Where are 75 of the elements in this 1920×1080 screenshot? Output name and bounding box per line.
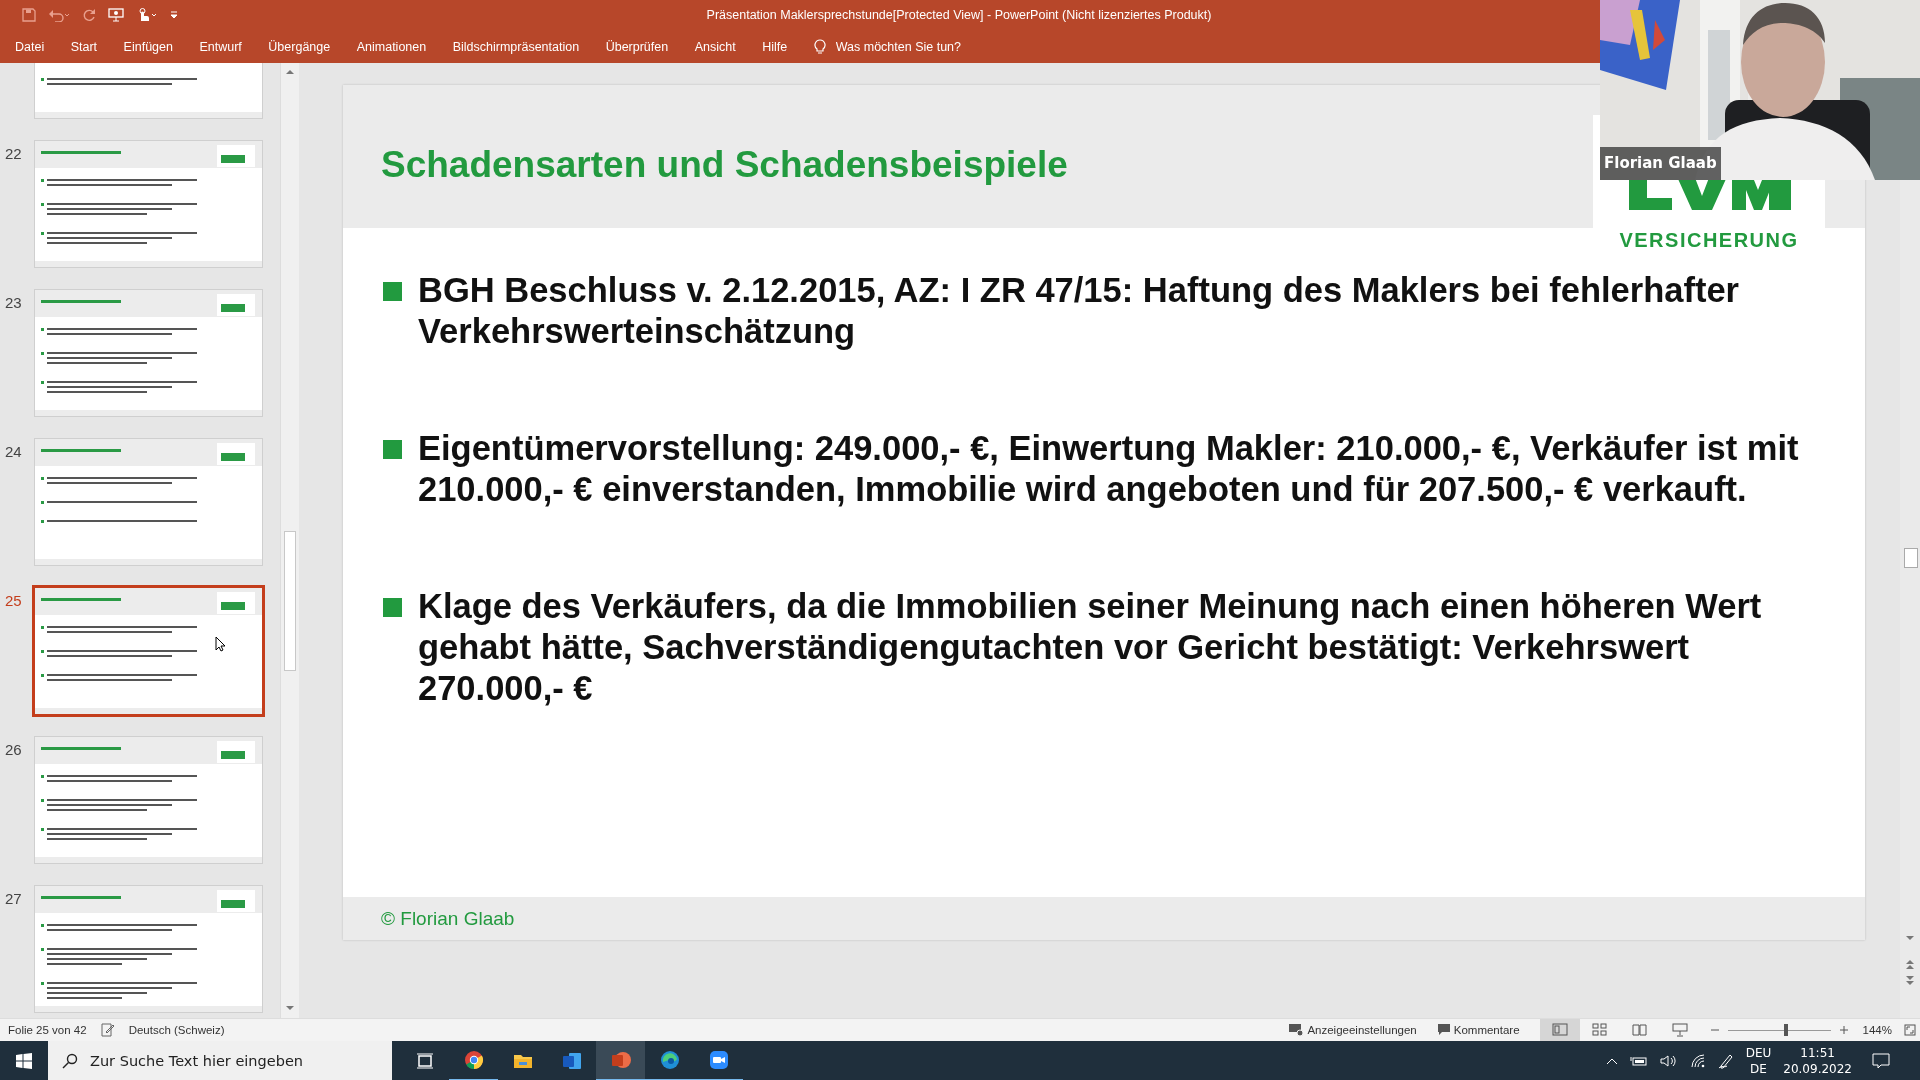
wifi-icon[interactable] — [1689, 1054, 1706, 1068]
slide-number: 26 — [5, 741, 22, 758]
menu-item[interactable]: Überprüfen — [605, 39, 669, 54]
pen-icon[interactable] — [1717, 1053, 1734, 1069]
customize-icon[interactable] — [170, 10, 178, 20]
slide-thumbnail[interactable] — [35, 141, 262, 267]
next-slide-icon[interactable] — [1904, 975, 1916, 987]
slide-counter: Folie 25 von 42 — [8, 1024, 87, 1036]
scroll-down-icon[interactable] — [284, 1003, 296, 1013]
slide-thumbnail[interactable] — [35, 439, 262, 565]
powerpoint-taskbar-icon[interactable] — [596, 1041, 645, 1080]
menu-item[interactable]: Einfügen — [123, 39, 173, 54]
zoom-in-icon[interactable] — [1838, 1025, 1849, 1035]
previous-slide-icon[interactable] — [1904, 958, 1916, 970]
slide-number: 25 — [5, 592, 22, 609]
window-title: Präsentation Maklersprechstunde[Protected View] - PowerPoint (Nicht lizenziertes Produkt) — [706, 8, 1212, 22]
bullet-icon — [383, 282, 402, 301]
monitor-gear-icon — [1288, 1023, 1305, 1037]
taskbar-search-field[interactable]: Zur Suche Text hier eingeben — [48, 1041, 392, 1080]
slide-title: Schadensarten und Schadensbeispiele — [381, 142, 1068, 186]
logo-text: VERSICHERUNG — [1619, 228, 1799, 253]
bullet-icon — [383, 598, 402, 617]
pointer-icon — [215, 636, 226, 652]
slide-thumbnail[interactable] — [35, 886, 262, 1012]
copyright-text: © Florian Glaab — [381, 907, 515, 930]
notes-icon[interactable] — [100, 1023, 115, 1037]
slide-number: 27 — [5, 890, 22, 907]
volume-icon[interactable] — [1659, 1054, 1678, 1068]
bullet-icon — [383, 440, 402, 459]
scrollbar-thumb[interactable] — [1904, 548, 1918, 568]
reading-view-icon — [1630, 1022, 1649, 1038]
show-view-icon — [1670, 1022, 1689, 1038]
zoom-level[interactable]: 144% — [1862, 1024, 1892, 1036]
menu-item[interactable]: Bildschirmpräsentation — [452, 39, 580, 54]
speech-bubble-icon — [1436, 1023, 1451, 1037]
bullet-text: BGH Beschluss v. 2.12.2015, AZ: I ZR 47/15: Haftung des Maklers bei fehlerhafter Verkehrswerteinschätzung — [418, 270, 1741, 352]
chevron-up-icon[interactable] — [1605, 1057, 1618, 1065]
undo-icon[interactable] — [48, 8, 70, 22]
fit-to-window-icon[interactable] — [1904, 1024, 1916, 1036]
participant-name: Florian Glaab — [1600, 147, 1721, 180]
comments-button[interactable]: Kommentare — [1436, 1023, 1520, 1037]
slide-thumbnail[interactable] — [35, 290, 262, 416]
display-settings-button[interactable]: Anzeigeeinstellungen — [1288, 1023, 1417, 1037]
scroll-down-icon[interactable] — [1904, 933, 1916, 943]
menu-item[interactable]: Datei — [15, 39, 45, 54]
redo-icon[interactable] — [82, 8, 96, 22]
slide-number: 23 — [5, 294, 22, 311]
menu-item[interactable]: Hilfe — [762, 39, 788, 54]
menu-item[interactable]: Übergänge — [268, 39, 331, 54]
scroll-up-icon[interactable] — [284, 67, 296, 77]
menu-item[interactable]: Ansicht — [694, 39, 736, 54]
slide-number: 24 — [5, 443, 22, 460]
tell-me-field[interactable]: Was möchten Sie tun? — [835, 39, 976, 54]
slide-number: 22 — [5, 145, 22, 162]
input-language-button[interactable]: DEU DE — [1745, 1045, 1772, 1077]
language-label[interactable]: Deutsch (Schweiz) — [128, 1024, 225, 1036]
normal-view-icon — [1550, 1022, 1569, 1038]
save-icon[interactable] — [22, 8, 36, 22]
presentation-icon[interactable] — [108, 8, 124, 22]
menu-item[interactable]: Start — [70, 39, 98, 54]
notification-icon[interactable] — [1872, 1053, 1890, 1069]
scrollbar-thumb[interactable] — [284, 531, 296, 671]
battery-icon[interactable] — [1629, 1055, 1648, 1067]
menu-item[interactable]: Animationen — [356, 39, 427, 54]
bullet-text: Klage des Verkäufers, da die Immobilien seiner Meinung nach einen höheren Wert gehabt hätte, Sachverständigengutachten vor Gericht bestätigt: Verkehrswert 270.000,- € — [418, 586, 1763, 709]
search-icon — [62, 1053, 78, 1069]
bullet-text: Eigentümervorstellung: 249.000,- €, Einwertung Makler: 210.000,- €, Verkäufer ist mit 210.000,- € einverstanden, Immobilie wird angeboten und für 207.500,- € verkauft. — [418, 428, 1800, 510]
sorter-view-icon — [1590, 1022, 1609, 1038]
clock[interactable]: 11:51 20.09.2022 — [1783, 1045, 1852, 1077]
touch-icon[interactable] — [136, 8, 158, 22]
lightbulb-icon — [813, 39, 826, 54]
slide-thumbnail[interactable] — [35, 737, 262, 863]
start-icon[interactable] — [16, 1053, 32, 1069]
normal-view-button[interactable] — [1539, 1019, 1580, 1041]
menu-item[interactable]: Entwurf — [199, 39, 242, 54]
